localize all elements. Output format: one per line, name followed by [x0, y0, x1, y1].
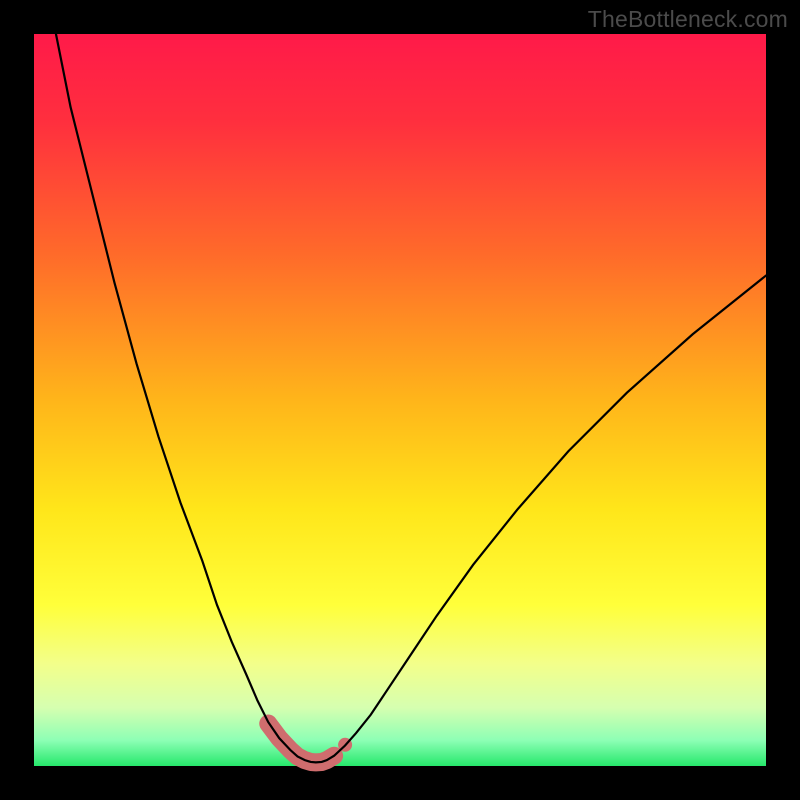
chart-frame: TheBottleneck.com: [0, 0, 800, 800]
floor-marker: [268, 724, 334, 763]
plot-area: [34, 34, 766, 766]
curve-layer: [34, 34, 766, 766]
watermark-text: TheBottleneck.com: [588, 6, 788, 33]
bottleneck-curve: [56, 34, 766, 762]
